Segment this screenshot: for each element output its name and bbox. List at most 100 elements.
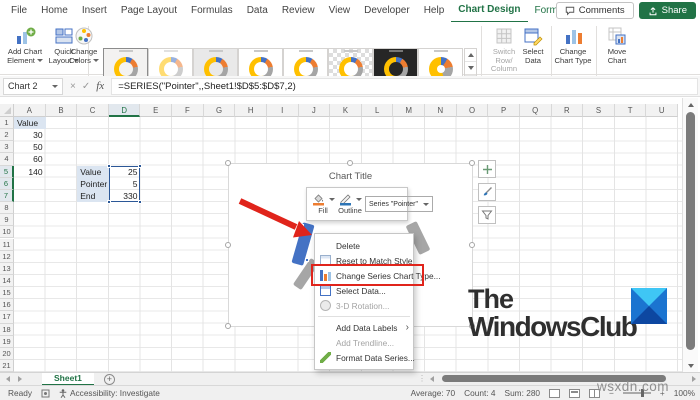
cell-A1[interactable]: Value (14, 117, 46, 130)
chart-filters-button[interactable] (478, 206, 496, 224)
name-box[interactable]: Chart 2 (3, 77, 63, 95)
column-header-A[interactable]: A (14, 104, 46, 117)
page-layout-view-icon[interactable] (569, 388, 581, 398)
gallery-up-button[interactable] (465, 49, 476, 63)
macro-record-icon[interactable] (41, 389, 50, 398)
chart-elements-button[interactable] (478, 160, 496, 178)
row-header-12[interactable]: 12 (0, 250, 14, 263)
row-header-14[interactable]: 14 (0, 274, 14, 288)
accessibility-status[interactable]: Accessibility: Investigate (59, 388, 160, 398)
menu-tab-help[interactable]: Help (417, 0, 452, 22)
column-header-G[interactable]: G (203, 104, 236, 117)
row-header-10[interactable]: 10 (0, 226, 14, 239)
menu-item-reset-to-match-style[interactable]: Reset to Match Style (315, 253, 413, 268)
row-header-6[interactable]: 6 (0, 177, 14, 190)
enter-icon[interactable]: ✓ (82, 81, 90, 92)
comments-button[interactable]: Comments (555, 2, 634, 19)
chart-handle-mid-right[interactable] (469, 242, 475, 248)
menu-item-add-data-labels[interactable]: Add Data Labels › (315, 320, 413, 335)
menu-tab-page-layout[interactable]: Page Layout (114, 0, 184, 22)
scroll-right-icon[interactable] (692, 375, 696, 382)
new-sheet-button[interactable]: + (103, 373, 115, 385)
chart-handle-mid-left[interactable] (225, 242, 231, 248)
vertical-scroll-thumb[interactable] (686, 112, 695, 350)
column-header-C[interactable]: C (77, 104, 109, 117)
status-count[interactable]: Count: 4 (464, 388, 495, 398)
cancel-icon[interactable]: × (70, 81, 76, 92)
chart-handle-top-left[interactable] (225, 160, 231, 166)
column-header-U[interactable]: U (646, 104, 678, 117)
column-header-M[interactable]: M (393, 104, 426, 117)
change-chart-type-button[interactable]: Change Chart Type (554, 25, 592, 65)
cell-C6[interactable]: Pointer (77, 177, 109, 190)
cell-C7[interactable]: End (77, 189, 109, 203)
menu-item-select-data[interactable]: Select Data... (315, 283, 413, 298)
column-header-Q[interactable]: Q (519, 104, 552, 117)
vertical-scrollbar[interactable] (682, 98, 698, 372)
menu-item-delete[interactable]: Delete (315, 238, 413, 253)
menu-tab-file[interactable]: File (4, 0, 34, 22)
column-header-H[interactable]: H (235, 104, 267, 117)
row-header-13[interactable]: 13 (0, 262, 14, 275)
menu-tab-review[interactable]: Review (275, 0, 322, 22)
row-header-17[interactable]: 17 (0, 311, 14, 324)
cell-D6[interactable]: 5 (109, 178, 141, 190)
chart-title[interactable]: Chart Title (229, 171, 472, 182)
status-average[interactable]: Average: 70 (411, 388, 456, 398)
chart-handle-bottom-left[interactable] (225, 323, 231, 329)
menu-tab-chart-design[interactable]: Chart Design (451, 0, 528, 23)
select-data-button[interactable]: Select Data (518, 25, 548, 65)
menu-tab-home[interactable]: Home (34, 0, 75, 22)
menu-item-add-trendline[interactable]: Add Trendline... (315, 335, 413, 350)
menu-tab-data[interactable]: Data (240, 0, 275, 22)
column-header-T[interactable]: T (614, 104, 647, 117)
sheet-tab-sheet1[interactable]: Sheet1 (42, 372, 94, 386)
row-header-8[interactable]: 8 (0, 202, 14, 215)
menu-item-change-series-chart-type[interactable]: Change Series Chart Type... (315, 268, 441, 283)
series-selector-dropdown[interactable]: Series "Pointer" (365, 196, 433, 212)
column-header-F[interactable]: F (172, 104, 204, 117)
menu-item-3-d-rotation[interactable]: 3-D Rotation... (315, 298, 413, 313)
scroll-up-icon[interactable] (683, 98, 699, 111)
cell-A4[interactable]: 60 (14, 153, 46, 165)
row-header-1[interactable]: 1 (0, 117, 14, 130)
row-header-19[interactable]: 19 (0, 335, 14, 348)
row-header-5[interactable]: 5 (0, 165, 14, 178)
chart-handle-top-center[interactable] (347, 160, 353, 166)
column-header-O[interactable]: O (456, 104, 489, 117)
status-sum[interactable]: Sum: 280 (505, 388, 541, 398)
insert-function-icon[interactable]: fx (96, 80, 104, 92)
menu-tab-developer[interactable]: Developer (357, 0, 417, 22)
column-header-J[interactable]: J (298, 104, 331, 117)
chart-styles-button[interactable] (478, 183, 496, 201)
row-header-4[interactable]: 4 (0, 153, 14, 166)
row-header-21[interactable]: 21 (0, 360, 14, 373)
add-chart-element-button[interactable]: Add Chart Element (4, 25, 46, 65)
menu-item-format-data-series[interactable]: Format Data Series... (315, 350, 415, 365)
row-header-18[interactable]: 18 (0, 323, 14, 336)
cell-A5[interactable]: 140 (14, 166, 46, 178)
fill-button[interactable]: Fill (311, 193, 335, 215)
formula-input[interactable]: =SERIES("Pointer",,Sheet1!$D$5:$D$7,2) (111, 77, 698, 95)
column-header-N[interactable]: N (425, 104, 457, 117)
column-header-D[interactable]: D (108, 104, 141, 117)
row-header-11[interactable]: 11 (0, 238, 14, 251)
column-header-B[interactable]: B (45, 104, 78, 117)
cell-A3[interactable]: 50 (14, 141, 46, 153)
menu-tab-insert[interactable]: Insert (75, 0, 114, 22)
column-header-P[interactable]: P (488, 104, 520, 117)
cell-D7[interactable]: 330 (109, 190, 141, 202)
normal-view-icon[interactable] (549, 388, 561, 398)
row-header-7[interactable]: 7 (0, 189, 14, 203)
zoom-level[interactable]: 100% (674, 388, 695, 398)
cell-C5[interactable]: Value (77, 165, 109, 178)
menu-tab-formulas[interactable]: Formulas (184, 0, 240, 22)
move-chart-button[interactable]: Move Chart (600, 25, 634, 65)
scroll-down-icon[interactable] (683, 359, 699, 372)
next-sheet-icon[interactable] (18, 376, 22, 382)
row-header-9[interactable]: 9 (0, 214, 14, 227)
share-button[interactable]: Share (638, 2, 696, 19)
select-all-corner[interactable] (0, 104, 14, 117)
column-header-R[interactable]: R (551, 104, 584, 117)
cell-A2[interactable]: 30 (14, 129, 46, 141)
